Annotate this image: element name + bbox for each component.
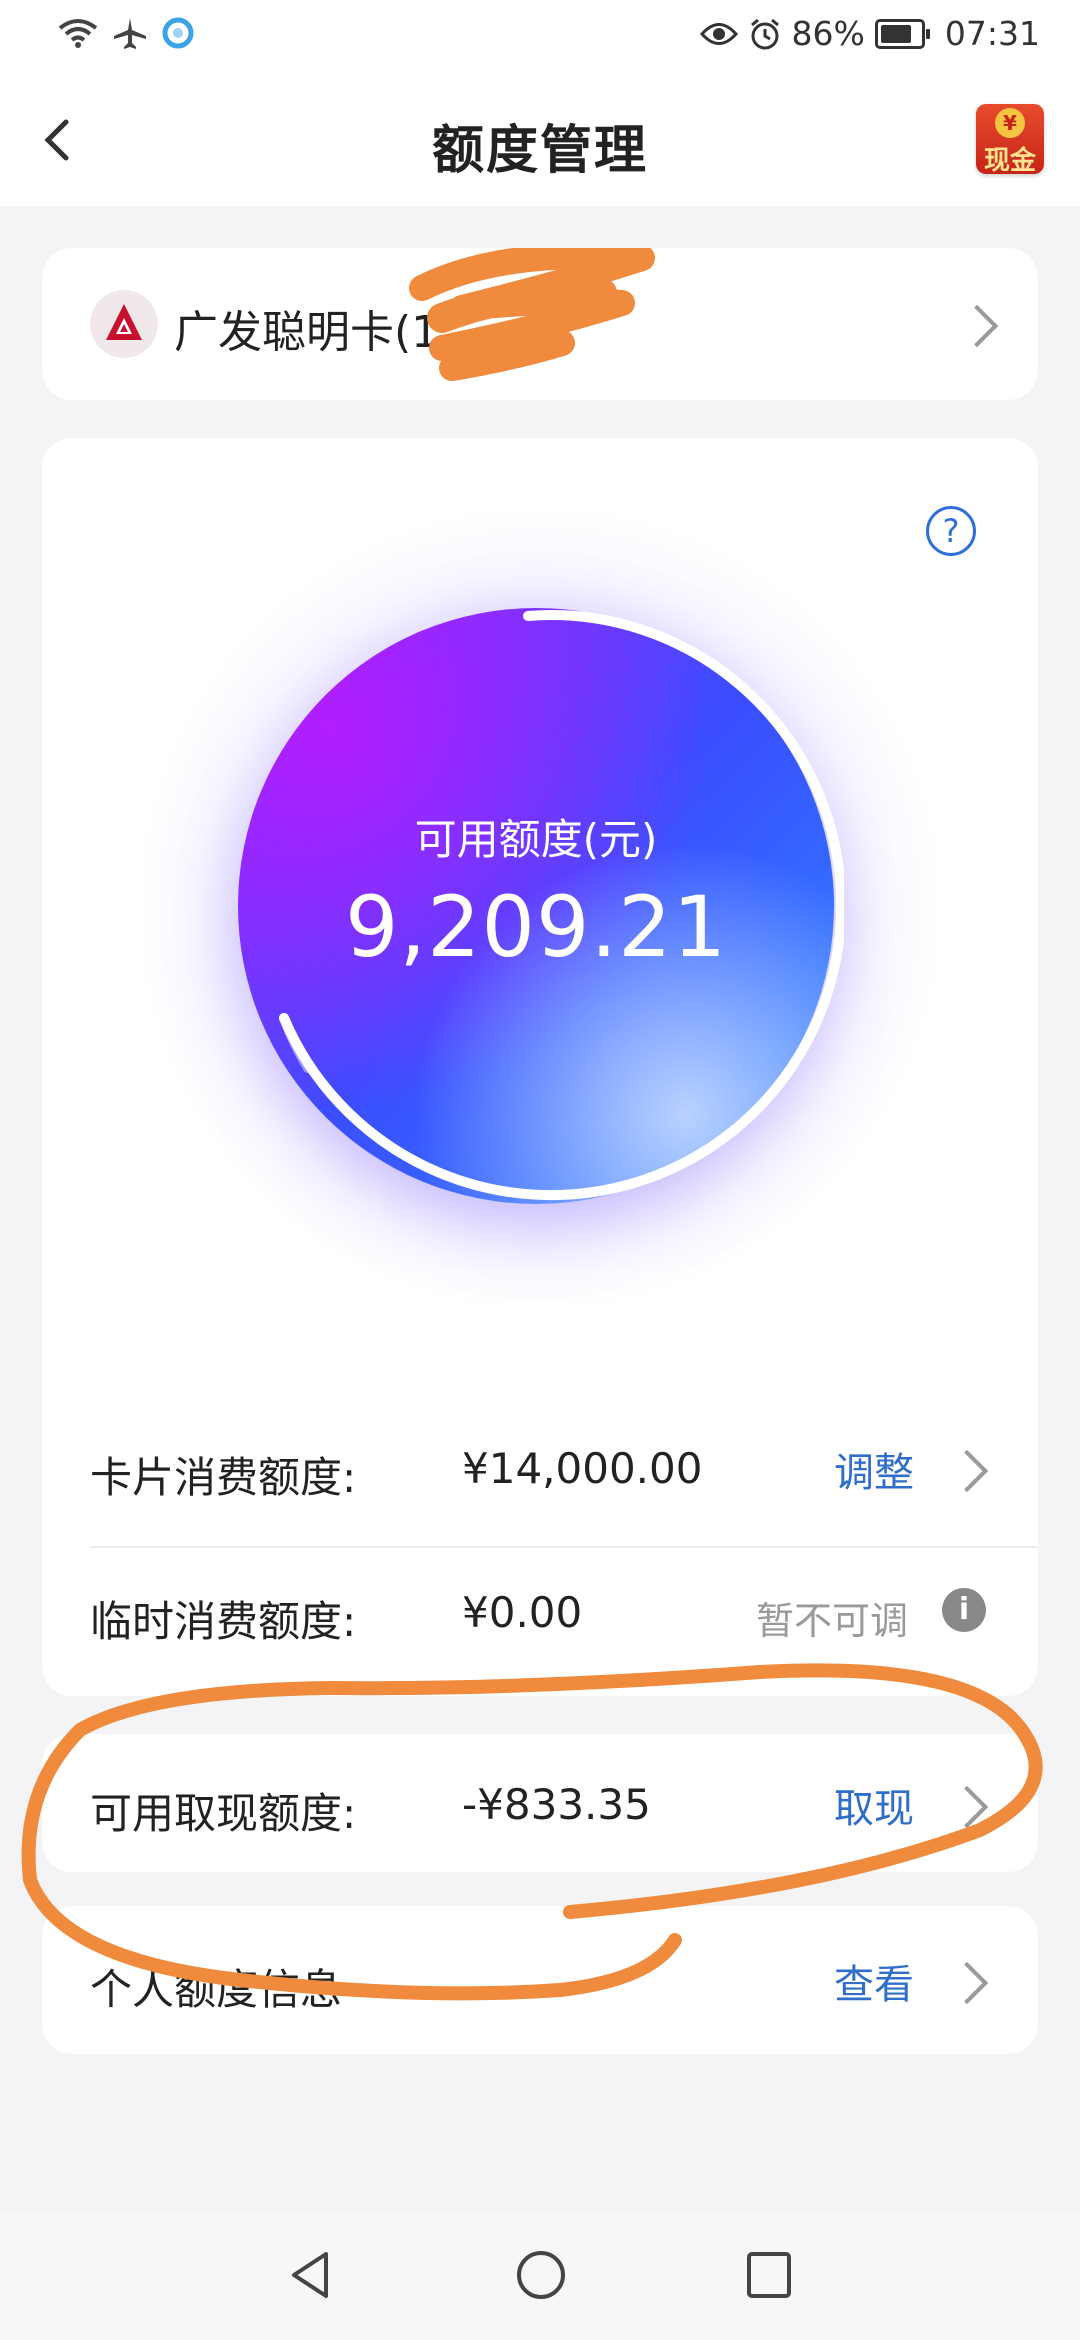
not-adjustable-status: 暂不可调 (755, 1599, 908, 1643)
card-limit-value: ¥14,000.00 (462, 1444, 703, 1493)
airplane-icon (114, 18, 146, 49)
chevron-right-icon (945, 1449, 989, 1493)
cash-badge-button[interactable]: ¥ 现金 (976, 104, 1044, 176)
limit-overview-card: ? 可用额度(元) 9,209.21 卡片消费额度: ¥14,000.00 调整… (42, 438, 1038, 1696)
cash-limit-card[interactable]: 可用取现额度: -¥833.35 取现 (42, 1734, 1038, 1872)
battery-percent: 86% (791, 14, 865, 53)
cash-limit-row[interactable]: 可用取现额度: -¥833.35 取现 (90, 1744, 990, 1864)
system-nav-bar (0, 2212, 1080, 2340)
personal-limit-row[interactable]: 个人额度信息 查看 (90, 1920, 990, 2040)
wifi-icon (58, 19, 98, 48)
card-selector[interactable]: 广发聪明卡(1 (42, 248, 1038, 400)
status-bar: 86% 07:31 (0, 0, 1080, 76)
question-icon[interactable]: ? (926, 506, 976, 556)
recents-square-icon[interactable] (744, 2248, 794, 2302)
view-link[interactable]: 查看 (834, 1952, 914, 2010)
page-title: 额度管理 (431, 121, 648, 181)
temp-limit-value: ¥0.00 (462, 1588, 583, 1637)
alarm-icon (750, 18, 779, 49)
divider (90, 1546, 1038, 1548)
available-limit-amount: 9,209.21 (344, 878, 728, 976)
temp-limit-row: 临时消费额度: ¥0.00 暂不可调 i (90, 1552, 990, 1672)
home-circle-icon[interactable] (514, 2248, 568, 2302)
cash-limit-label: 可用取现额度: (90, 1789, 357, 1838)
app-notification-icon (162, 17, 194, 49)
available-limit-label: 可用额度(元) (414, 815, 658, 864)
card-limit-row[interactable]: 卡片消费额度: ¥14,000.00 调整 (90, 1408, 990, 1528)
coin-icon: ¥ (995, 108, 1025, 138)
battery-icon (874, 18, 930, 49)
back-triangle-icon[interactable] (286, 2248, 336, 2302)
cash-withdraw-link[interactable]: 取现 (834, 1776, 914, 1834)
chevron-right-icon (945, 1961, 989, 2005)
cash-limit-value: -¥833.35 (462, 1780, 651, 1829)
card-name: 广发聪明卡(1 (174, 307, 440, 358)
cash-badge-label: 现金 (983, 146, 1036, 176)
chevron-right-icon (955, 304, 999, 348)
chevron-right-icon (945, 1785, 989, 1829)
clock: 07:31 (944, 14, 1040, 53)
personal-limit-label: 个人额度信息 (90, 1965, 343, 2014)
card-limit-label: 卡片消费额度: (90, 1453, 357, 1502)
eye-icon (699, 22, 738, 45)
temp-limit-label: 临时消费额度: (90, 1597, 357, 1646)
info-icon[interactable]: i (942, 1588, 986, 1632)
gf-bank-logo (90, 290, 158, 358)
app-header: 额度管理 ¥ 现金 (0, 76, 1080, 206)
personal-limit-card[interactable]: 个人额度信息 查看 (42, 1906, 1038, 2054)
adjust-link[interactable]: 调整 (834, 1440, 914, 1498)
